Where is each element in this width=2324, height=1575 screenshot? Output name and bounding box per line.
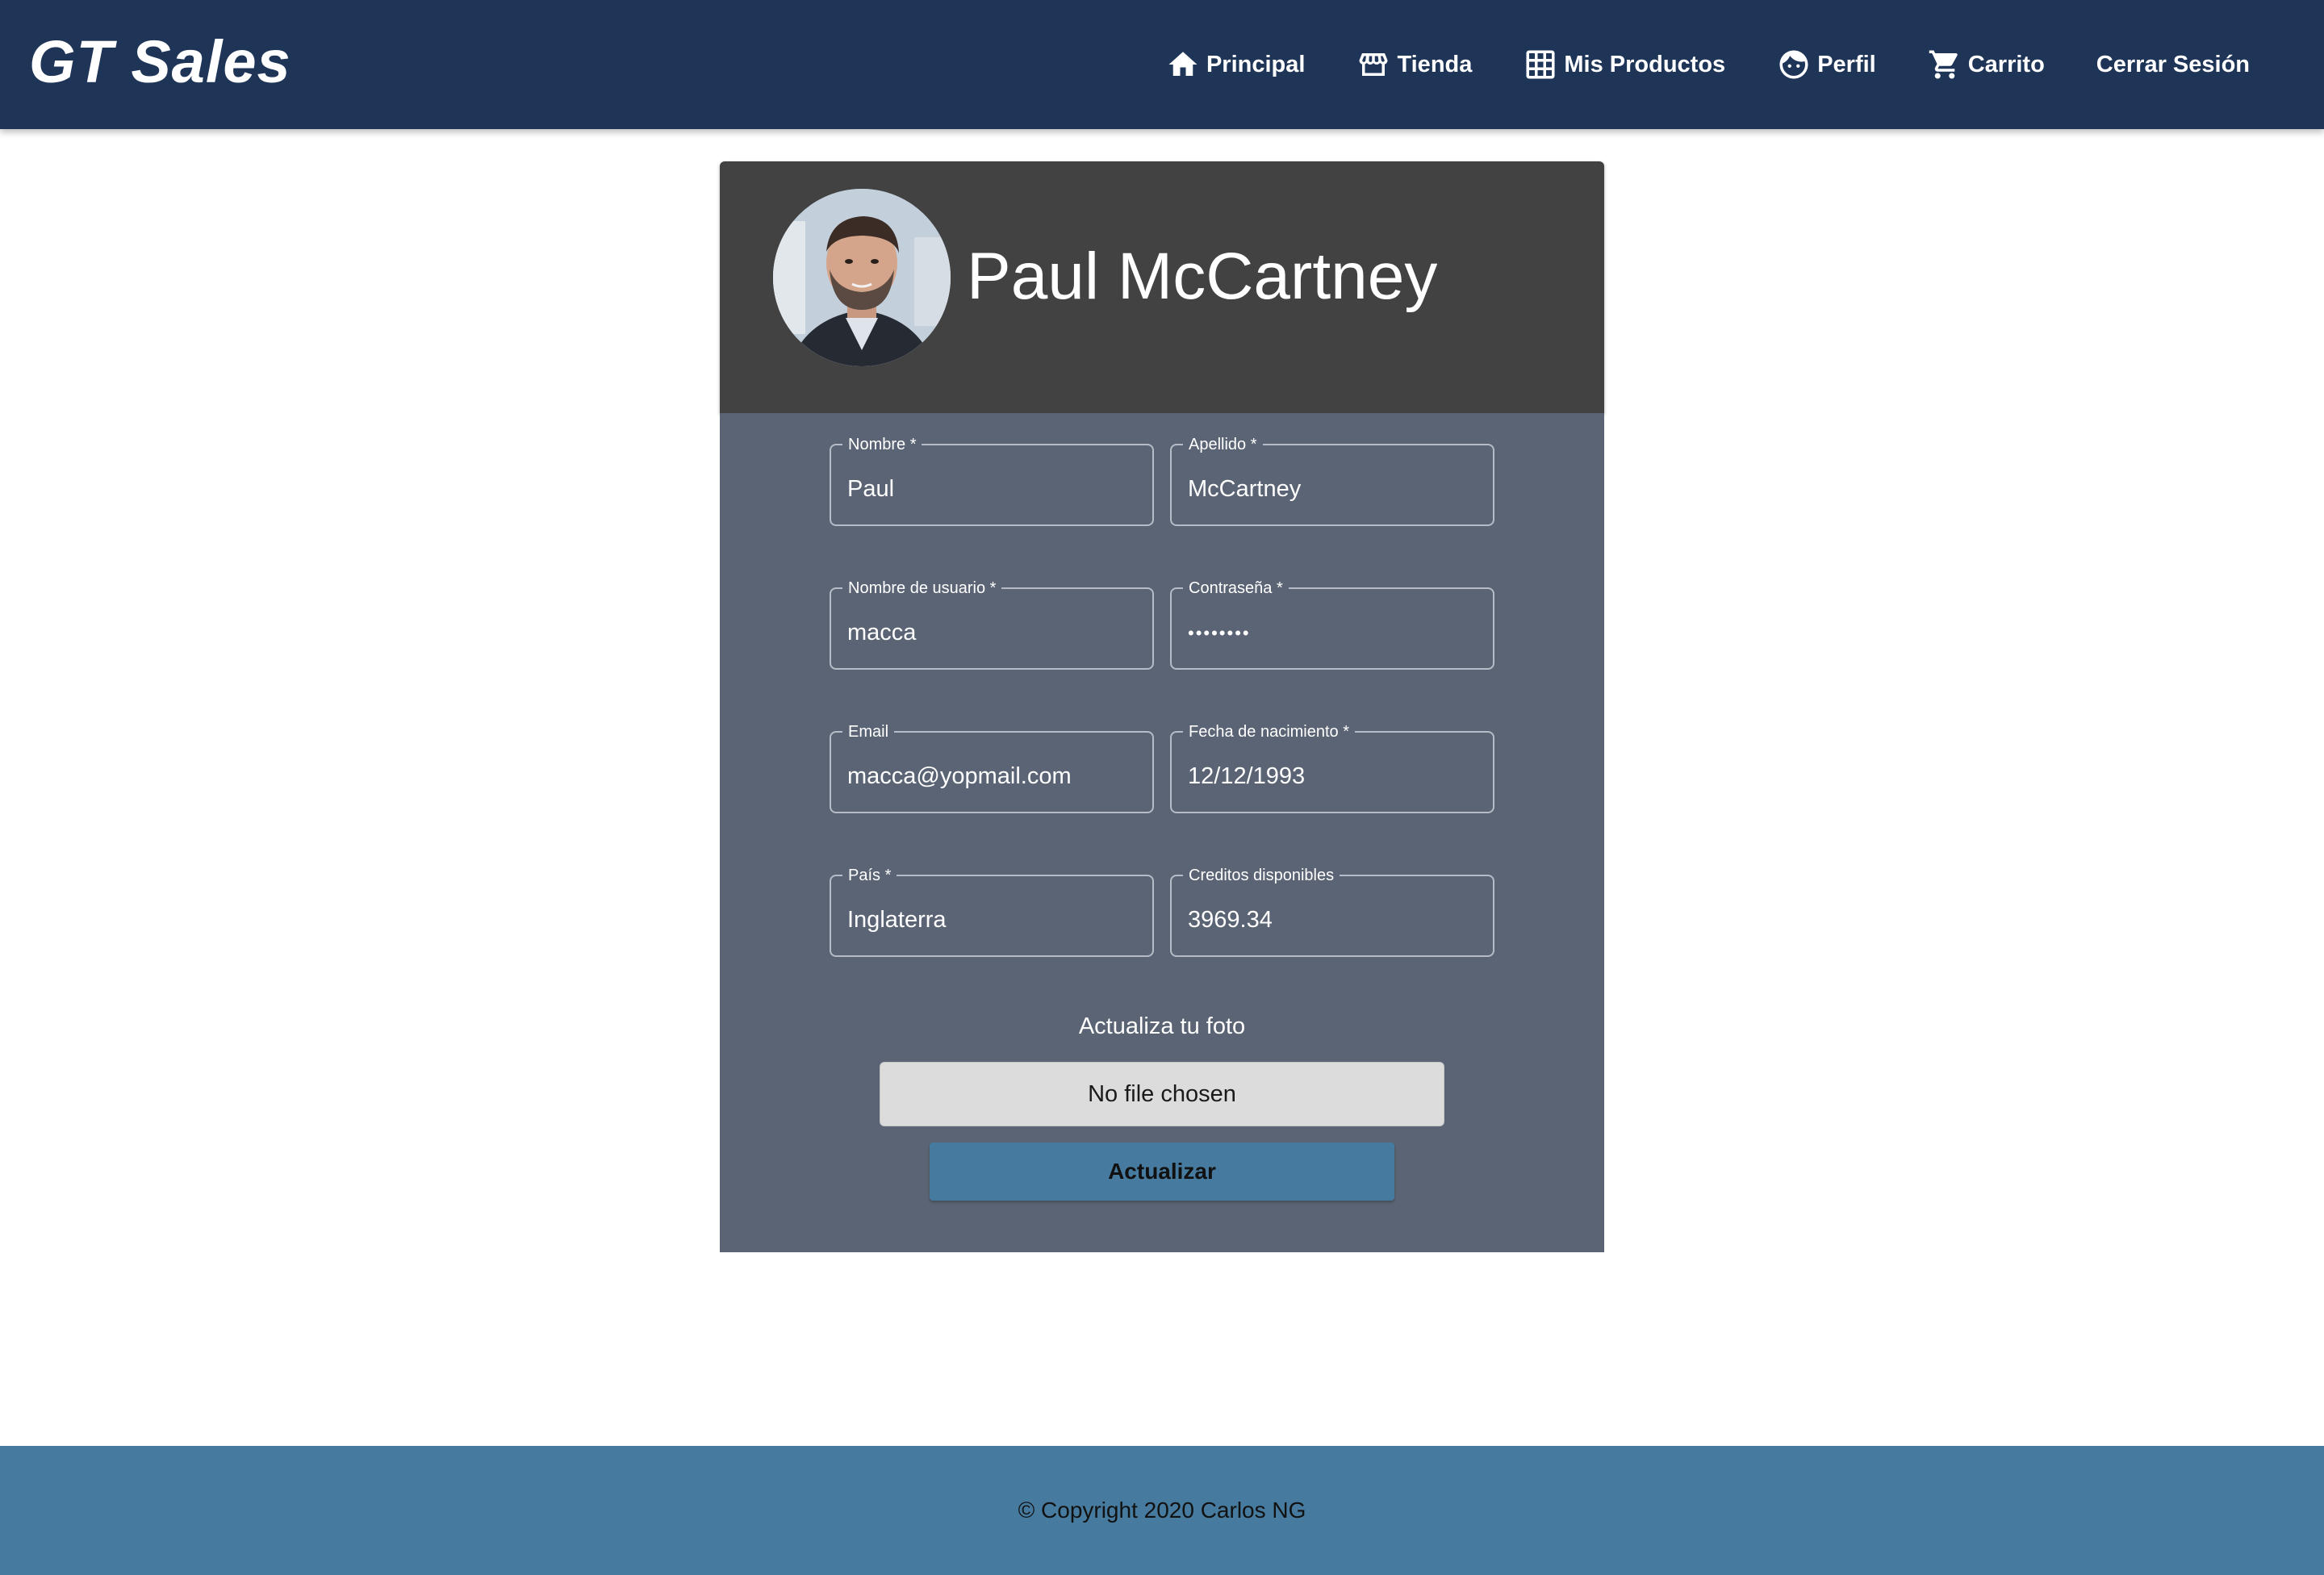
nav-mis-productos-label: Mis Productos bbox=[1564, 51, 1726, 77]
top-app-bar: GT Sales Principal Tienda Mis Productos … bbox=[0, 0, 2324, 129]
nav-tienda-label: Tienda bbox=[1397, 51, 1473, 77]
main-nav: Principal Tienda Mis Productos Perfil Ca… bbox=[1140, 0, 2276, 129]
nav-carrito-label: Carrito bbox=[1967, 51, 2045, 77]
update-button-label: Actualizar bbox=[1108, 1159, 1216, 1184]
face-icon bbox=[1779, 50, 1808, 79]
fecha-field[interactable]: Fecha de nacimiento * 12/12/1993 bbox=[1170, 721, 1494, 813]
profile-name: Paul McCartney bbox=[967, 240, 1438, 313]
nombre-label: Nombre * bbox=[842, 434, 922, 455]
apellido-field[interactable]: Apellido * McCartney bbox=[1170, 434, 1494, 526]
nav-perfil-label: Perfil bbox=[1817, 51, 1876, 77]
file-input-text: No file chosen bbox=[1088, 1080, 1236, 1107]
nav-principal-label: Principal bbox=[1206, 51, 1306, 77]
nav-cerrar-sesion[interactable]: Cerrar Sesión bbox=[2071, 24, 2276, 105]
store-icon bbox=[1359, 53, 1388, 76]
cart-icon bbox=[1929, 50, 1958, 79]
file-input[interactable]: No file chosen bbox=[880, 1062, 1444, 1126]
email-label: Email bbox=[842, 721, 895, 742]
contrasena-label: Contraseña * bbox=[1183, 578, 1289, 599]
nav-principal[interactable]: Principal bbox=[1140, 24, 1331, 105]
usuario-field[interactable]: Nombre de usuario * macca bbox=[830, 578, 1154, 670]
nav-cerrar-sesion-label: Cerrar Sesión bbox=[2096, 51, 2250, 77]
brand-logo[interactable]: GT Sales bbox=[29, 27, 291, 96]
nombre-field[interactable]: Nombre * Paul bbox=[830, 434, 1154, 526]
nav-perfil[interactable]: Perfil bbox=[1751, 24, 1902, 105]
copyright-text: © Copyright 2020 Carlos NG bbox=[1018, 1498, 1306, 1523]
update-button[interactable]: Actualizar bbox=[930, 1143, 1394, 1201]
apellido-value[interactable]: McCartney bbox=[1188, 476, 1301, 503]
photo-upload-label: Actualiza tu foto bbox=[1078, 1013, 1246, 1039]
pais-value[interactable]: Inglaterra bbox=[847, 907, 947, 934]
user-photo bbox=[773, 189, 951, 366]
fecha-value[interactable]: 12/12/1993 bbox=[1188, 763, 1305, 790]
home-icon bbox=[1168, 52, 1198, 76]
usuario-value[interactable]: macca bbox=[847, 620, 916, 646]
usuario-label: Nombre de usuario * bbox=[842, 578, 1002, 599]
grid-icon bbox=[1526, 50, 1555, 79]
pais-label: País * bbox=[842, 865, 897, 886]
avatar bbox=[773, 189, 951, 366]
footer: © Copyright 2020 Carlos NG bbox=[0, 1446, 2324, 1575]
pais-field[interactable]: País * Inglaterra bbox=[830, 865, 1154, 957]
contrasena-field[interactable]: Contraseña * •••••••• bbox=[1170, 578, 1494, 670]
profile-form: Nombre * Paul Apellido * McCartney Nombr… bbox=[720, 413, 1604, 1252]
creditos-label: Creditos disponibles bbox=[1183, 865, 1340, 886]
fecha-label: Fecha de nacimiento * bbox=[1183, 721, 1356, 742]
creditos-value[interactable]: 3969.34 bbox=[1188, 907, 1273, 934]
profile-card-header: Paul McCartney bbox=[720, 161, 1604, 413]
nav-mis-productos[interactable]: Mis Productos bbox=[1498, 24, 1751, 105]
email-value[interactable]: macca@yopmail.com bbox=[847, 763, 1072, 790]
nav-tienda[interactable]: Tienda bbox=[1331, 24, 1498, 105]
email-field[interactable]: Email macca@yopmail.com bbox=[830, 721, 1154, 813]
apellido-label: Apellido * bbox=[1183, 434, 1263, 455]
contrasena-value[interactable]: •••••••• bbox=[1188, 623, 1251, 644]
nombre-value[interactable]: Paul bbox=[847, 476, 894, 503]
nav-carrito[interactable]: Carrito bbox=[1902, 24, 2071, 105]
creditos-field[interactable]: Creditos disponibles 3969.34 bbox=[1170, 865, 1494, 957]
